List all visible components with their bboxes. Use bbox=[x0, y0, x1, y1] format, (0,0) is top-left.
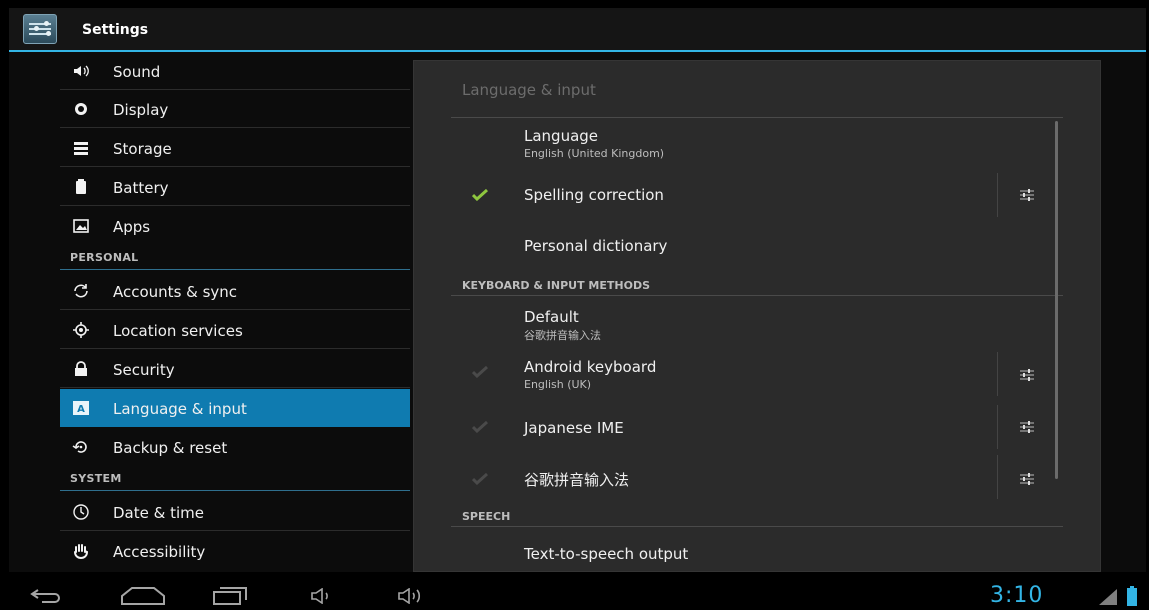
section-header-label: SYSTEM bbox=[70, 472, 122, 485]
pref-title: Text-to-speech output bbox=[524, 545, 689, 563]
pref-title: 谷歌拼音输入法 bbox=[524, 471, 630, 489]
section-header-system: SYSTEM bbox=[60, 467, 410, 491]
sidebar-item-date-time[interactable]: Date & time bbox=[60, 493, 410, 531]
sidebar-item-backup[interactable]: Backup & reset bbox=[60, 428, 410, 466]
sidebar-item-label: Security bbox=[113, 361, 175, 379]
settings-tune-icon[interactable] bbox=[1019, 471, 1035, 487]
app-title: Settings bbox=[82, 22, 149, 38]
pref-title: Language bbox=[524, 127, 599, 145]
sidebar-item-label: Display bbox=[113, 101, 169, 119]
action-bar: Settings bbox=[9, 8, 1146, 52]
sync-icon bbox=[72, 282, 90, 300]
language-input-panel: Language & input Language English (Unite… bbox=[413, 60, 1101, 572]
sidebar-item-sound[interactable]: Sound bbox=[60, 52, 410, 90]
sidebar-item-accessibility[interactable]: Accessibility bbox=[60, 532, 410, 570]
spelling-checkbox[interactable] bbox=[472, 189, 488, 201]
pref-summary: English (United Kingdom) bbox=[524, 147, 665, 160]
back-icon[interactable] bbox=[30, 586, 62, 608]
speaker-icon bbox=[72, 62, 90, 80]
settings-tune-icon[interactable] bbox=[1019, 187, 1035, 203]
volume-up-icon[interactable] bbox=[397, 587, 427, 608]
volume-down-icon[interactable] bbox=[310, 587, 332, 608]
divider bbox=[451, 295, 1063, 296]
svg-text:A: A bbox=[77, 404, 85, 415]
section-header-label: PERSONAL bbox=[70, 251, 139, 264]
sidebar-item-accounts[interactable]: Accounts & sync bbox=[60, 272, 410, 310]
pref-title: Default bbox=[524, 308, 579, 326]
pref-title: Spelling correction bbox=[524, 186, 664, 204]
lock-icon bbox=[72, 360, 90, 378]
brightness-icon bbox=[72, 100, 90, 118]
apps-icon bbox=[72, 217, 90, 235]
panel-title: Language & input bbox=[462, 81, 596, 99]
sidebar-item-label: Storage bbox=[113, 140, 172, 158]
navigation-bar bbox=[9, 572, 1146, 607]
storage-icon bbox=[72, 139, 90, 157]
scrollbar[interactable] bbox=[1055, 121, 1058, 479]
sidebar-item-storage[interactable]: Storage bbox=[60, 129, 410, 167]
japanese-ime-checkbox[interactable] bbox=[472, 421, 488, 433]
sidebar-item-label: Date & time bbox=[113, 504, 204, 522]
settings-icon[interactable] bbox=[23, 14, 57, 44]
divider bbox=[997, 352, 998, 396]
section-header-personal: PERSONAL bbox=[60, 246, 410, 270]
settings-sidebar: Sound Display Storage Battery Apps PERSO… bbox=[60, 52, 412, 570]
divider bbox=[997, 455, 998, 499]
sidebar-item-label: Location services bbox=[113, 322, 243, 340]
sidebar-item-battery[interactable]: Battery bbox=[60, 168, 410, 206]
home-icon[interactable] bbox=[120, 586, 166, 610]
sidebar-item-label: Backup & reset bbox=[113, 439, 228, 457]
sidebar-item-label: Apps bbox=[113, 218, 151, 236]
recent-apps-icon[interactable] bbox=[212, 584, 248, 610]
clock-icon bbox=[72, 503, 90, 521]
language-icon: A bbox=[72, 399, 90, 417]
sidebar-item-label: Accounts & sync bbox=[113, 283, 238, 301]
sidebar-item-label: Accessibility bbox=[113, 543, 206, 561]
pref-title: Android keyboard bbox=[524, 358, 657, 376]
android-keyboard-checkbox[interactable] bbox=[472, 366, 488, 378]
settings-tune-icon[interactable] bbox=[1019, 419, 1035, 435]
battery-status-icon bbox=[1126, 586, 1138, 610]
pref-summary: English (UK) bbox=[524, 378, 592, 391]
backup-icon bbox=[72, 438, 90, 456]
pref-summary: 谷歌拼音输入法 bbox=[524, 329, 601, 342]
sidebar-item-display[interactable]: Display bbox=[60, 90, 410, 128]
section-header-keyboard: KEYBOARD & INPUT METHODS bbox=[462, 279, 651, 292]
pref-title: Personal dictionary bbox=[524, 237, 668, 255]
section-header-speech: SPEECH bbox=[462, 510, 511, 523]
sidebar-item-language-input[interactable]: A Language & input bbox=[60, 389, 410, 427]
sidebar-item-label: Language & input bbox=[113, 400, 247, 418]
status-clock: 3:10 bbox=[990, 583, 1044, 608]
sidebar-item-security[interactable]: Security bbox=[60, 350, 410, 388]
pref-title: Japanese IME bbox=[524, 419, 624, 437]
sidebar-item-location[interactable]: Location services bbox=[60, 311, 410, 349]
settings-tune-icon[interactable] bbox=[1019, 367, 1035, 383]
divider bbox=[451, 526, 1063, 527]
sidebar-item-label: Sound bbox=[113, 63, 161, 81]
battery-icon bbox=[72, 178, 90, 196]
location-icon bbox=[72, 321, 90, 339]
pinyin-checkbox[interactable] bbox=[472, 473, 488, 485]
divider bbox=[997, 173, 998, 217]
hand-icon bbox=[72, 542, 90, 560]
sidebar-item-label: Battery bbox=[113, 179, 169, 197]
divider bbox=[451, 117, 1063, 118]
sidebar-item-apps[interactable]: Apps bbox=[60, 207, 410, 245]
divider bbox=[997, 405, 998, 449]
